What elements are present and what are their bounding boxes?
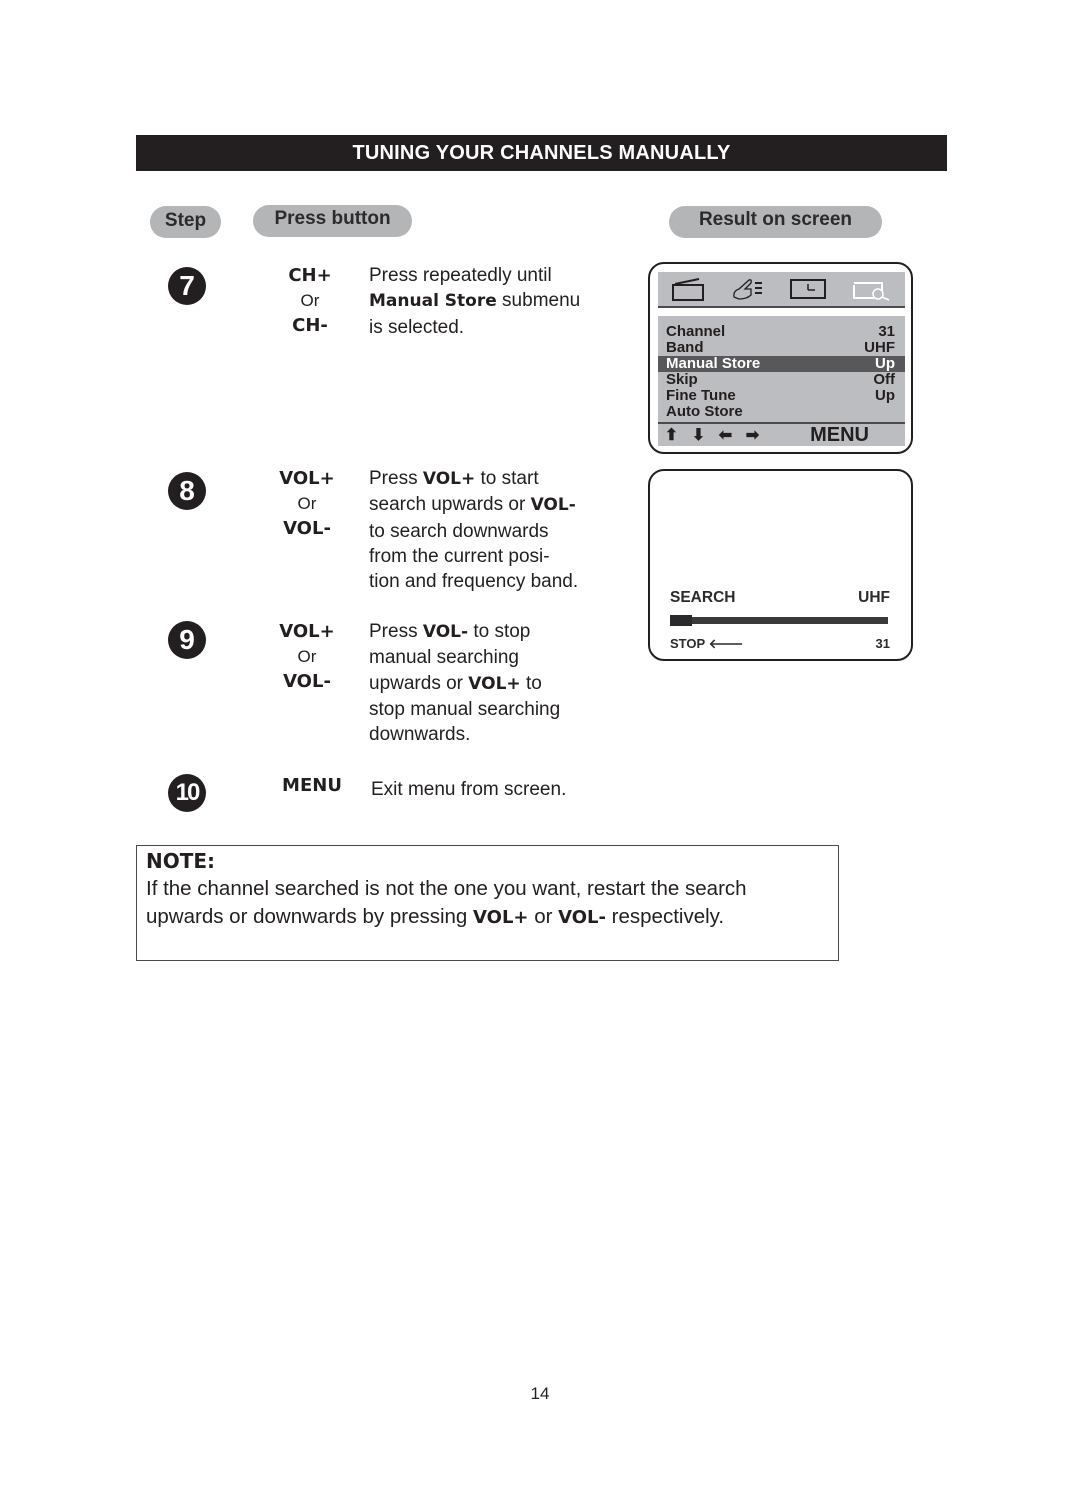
menu-item-fine-tune[interactable]: Fine Tune Up	[658, 388, 905, 404]
vol-plus-key: VOL+	[279, 468, 335, 489]
note-box: NOTE: If the channel searched is not the…	[136, 845, 839, 961]
arrow-left-icon: ⬅	[718, 427, 733, 444]
tv-screen-menu: Channel 31 Band UHF Manual Store Up Skip Off…	[648, 262, 913, 454]
desc-line: downwards.	[369, 724, 471, 746]
hand-pointer-icon	[732, 279, 762, 300]
step-description: Press VOL+ to start search upwards or VO…	[369, 466, 578, 594]
desc-line: is selected.	[369, 316, 465, 338]
desc-line: Press VOL- to stop	[369, 621, 531, 642]
stop-label: STOP 🡐	[670, 636, 744, 651]
tv-screen-search: SEARCH UHF STOP 🡐 31	[648, 469, 913, 661]
header-result: Result on screen	[669, 206, 882, 238]
menu-icon-bar	[658, 272, 905, 308]
step-description: Exit menu from screen.	[371, 777, 566, 802]
note-line: upwards or downwards by pressing VOL+ or…	[146, 905, 725, 928]
menu-item-band[interactable]: Band UHF	[658, 340, 905, 356]
or-label: Or	[297, 647, 317, 666]
button-group: VOL+ Or VOL-	[267, 466, 347, 541]
menu-label: MENU	[810, 423, 869, 446]
menu-item-channel[interactable]: Channel 31	[658, 324, 905, 340]
step-number: 8	[168, 472, 206, 510]
ch-minus-key: CH-	[292, 315, 328, 336]
button-group: CH+ Or CH-	[270, 263, 350, 338]
arrow-left-icon: 🡐	[708, 636, 744, 651]
desc-line: upwards or VOL+ to	[369, 672, 542, 694]
search-progress-fill	[670, 615, 692, 626]
search-picture-icon	[853, 282, 890, 301]
desc-line: manual searching	[369, 647, 519, 669]
note-title: NOTE:	[146, 849, 216, 873]
search-row: SEARCH UHF	[670, 589, 890, 607]
step-description: Press repeatedly until Manual Store subm…	[369, 263, 580, 340]
desc-line: search upwards or VOL-	[369, 494, 576, 516]
button-group: VOL+ Or VOL-	[267, 619, 347, 694]
page-number: 14	[530, 1384, 550, 1403]
step-number: 9	[168, 621, 206, 659]
search-label: SEARCH	[670, 589, 736, 606]
arrow-right-icon: ➡	[745, 427, 760, 444]
stop-row: STOP 🡐 31	[670, 636, 890, 652]
header-press-button: Press button	[253, 205, 412, 237]
desc-line: Press VOL+ to start	[369, 468, 539, 489]
or-label: Or	[297, 494, 317, 513]
section-title: TUNING YOUR CHANNELS MANUALLY	[136, 135, 947, 171]
channel-number: 31	[875, 636, 890, 651]
band-label: UHF	[858, 589, 890, 606]
step-number: 7	[168, 267, 206, 305]
desc-line: tion and frequency band.	[369, 571, 579, 593]
menu-item-manual-store[interactable]: Manual Store Up	[658, 356, 905, 372]
header-step: Step	[150, 206, 221, 238]
desc-line: Press repeatedly until	[369, 265, 552, 286]
tv-icon	[671, 278, 704, 301]
menu-key: MENU	[282, 775, 342, 796]
note-line: If the channel searched is not the one y…	[146, 877, 747, 900]
menu-item-auto-store[interactable]: Auto Store	[658, 404, 905, 420]
step-description: Press VOL- to stop manual searching upwa…	[369, 619, 560, 747]
ch-plus-key: CH+	[288, 265, 332, 286]
menu-list: Channel 31 Band UHF Manual Store Up Skip Off…	[658, 316, 905, 422]
arrow-up-icon: ⬆	[664, 427, 679, 444]
arrow-down-icon: ⬇	[691, 427, 706, 444]
or-label: Or	[300, 291, 320, 310]
step-number: 10	[168, 774, 206, 812]
vol-plus-key: VOL+	[279, 621, 335, 642]
search-progress-bar	[670, 615, 888, 626]
desc-line: from the current posi-	[369, 545, 550, 567]
desc-line: stop manual searching	[369, 698, 561, 720]
clock-icon	[790, 279, 827, 299]
vol-minus-key: VOL-	[283, 518, 331, 539]
menu-item-skip[interactable]: Skip Off	[658, 372, 905, 388]
nav-bar: ⬆ ⬇ ⬅ ➡ MENU	[658, 422, 905, 446]
vol-minus-key: VOL-	[283, 671, 331, 692]
desc-line: to search downwards	[369, 520, 549, 542]
button-group: MENU	[270, 773, 354, 798]
desc-line: Exit menu from screen.	[371, 779, 567, 800]
desc-line: Manual Store submenu	[369, 290, 581, 312]
note-text: If the channel searched is not the one y…	[146, 875, 836, 932]
